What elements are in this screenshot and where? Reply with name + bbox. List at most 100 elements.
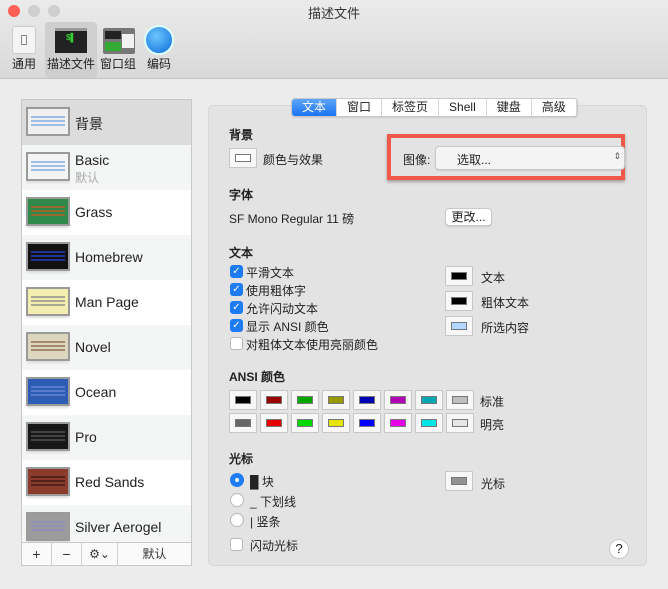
profile-name: Silver Aerogel — [75, 519, 162, 535]
profile-name: Pro — [75, 429, 97, 445]
switch-icon — [12, 26, 36, 54]
text-option-checkbox[interactable]: ✓ — [230, 319, 243, 332]
text-color-well[interactable] — [445, 266, 473, 286]
text-option-label: 对粗体文本使用亮丽颜色 — [246, 338, 379, 352]
toolbar-profiles[interactable]: $▌ 描述文件 — [45, 22, 97, 78]
text-option-checkbox[interactable]: ✓ — [230, 301, 243, 314]
cursor-color-well[interactable] — [445, 471, 473, 491]
ansi-normal-color-well[interactable] — [229, 390, 257, 410]
font-value: SF Mono Regular 11 磅 — [229, 212, 355, 226]
cursor-style-radio[interactable] — [230, 493, 244, 507]
ansi-normal-color-well[interactable] — [353, 390, 381, 410]
ansi-bright-label: 明亮 — [480, 418, 505, 432]
profile-name: Novel — [75, 339, 111, 355]
profile-name: Grass — [75, 204, 113, 220]
blink-cursor-checkbox[interactable] — [230, 538, 243, 551]
toolbar-general[interactable]: 通用 — [6, 22, 42, 78]
text-option-checkbox[interactable] — [230, 337, 243, 350]
profile-name: 背景 — [75, 116, 103, 132]
profile-list-toolbar: + − ⚙︎⌄ 默认 — [22, 542, 191, 565]
ansi-bright-color-well[interactable] — [415, 413, 443, 433]
cursor-style-radio[interactable] — [230, 513, 244, 527]
profile-default-tag: 默认 — [75, 171, 100, 185]
profile-item[interactable]: Grass — [22, 190, 191, 235]
text-option-checkbox[interactable]: ✓ — [230, 265, 243, 278]
ansi-bright-color-well[interactable] — [291, 413, 319, 433]
gear-menu-button[interactable]: ⚙︎⌄ — [82, 543, 118, 565]
window-title: 描述文件 — [307, 6, 360, 21]
profile-thumbnail — [26, 152, 70, 181]
change-font-button[interactable]: 更改... — [445, 208, 492, 226]
profile-thumbnail — [26, 332, 70, 361]
profile-thumbnail — [26, 287, 70, 316]
ansi-bright-color-well[interactable] — [322, 413, 350, 433]
ansi-bright-color-well[interactable] — [446, 413, 474, 433]
profile-item[interactable]: Ocean — [22, 370, 191, 415]
tab-4[interactable]: 键盘 — [487, 99, 532, 116]
tab-2[interactable]: 标签页 — [382, 99, 440, 116]
text-color-well[interactable] — [445, 316, 473, 336]
text-option-label: 显示 ANSI 颜色 — [246, 320, 329, 334]
settings-tabs: 文本 窗口 标签页 Shell 键盘 高级 — [291, 98, 578, 117]
set-default-button[interactable]: 默认 — [118, 543, 191, 565]
tab-1[interactable]: 窗口 — [337, 99, 383, 116]
image-label: 图像: — [403, 153, 431, 167]
ansi-normal-color-well[interactable] — [446, 390, 474, 410]
text-option-label: 允许闪动文本 — [246, 302, 319, 316]
profile-list[interactable]: 背景 Basic 默认 Grass Homebrew Man Page Nove… — [21, 99, 192, 566]
profile-thumbnail — [26, 107, 70, 136]
profile-thumbnail — [26, 242, 70, 271]
toolbar-encoding[interactable]: 编码 — [141, 22, 177, 78]
terminal-icon: $▌ — [55, 28, 87, 53]
remove-profile-button[interactable]: − — [52, 543, 82, 565]
text-option-checkbox[interactable]: ✓ — [230, 283, 243, 296]
globe-icon — [144, 25, 174, 55]
profile-thumbnail — [26, 467, 70, 496]
ansi-normal-color-well[interactable] — [260, 390, 288, 410]
toolbar-label: 窗口组 — [99, 57, 136, 71]
text-color-label: 粗体文本 — [481, 296, 530, 310]
profile-item[interactable]: Pro — [22, 415, 191, 460]
text-color-well[interactable] — [445, 291, 473, 311]
ansi-normal-color-well[interactable] — [291, 390, 319, 410]
ansi-normal-label: 标准 — [480, 395, 505, 409]
blink-cursor-label: 闪动光标 — [250, 539, 299, 553]
tab-5[interactable]: 高级 — [532, 99, 577, 116]
ansi-bright-color-well[interactable] — [353, 413, 381, 433]
profile-name: Ocean — [75, 384, 117, 400]
cursor-color-label: 光标 — [481, 477, 506, 491]
ansi-normal-color-well[interactable] — [415, 390, 443, 410]
profile-thumbnail — [26, 197, 70, 226]
profile-item[interactable]: Man Page — [22, 280, 191, 325]
ansi-normal-color-well[interactable] — [322, 390, 350, 410]
toolbar-window-groups[interactable]: 窗口组 — [99, 22, 137, 78]
profile-item[interactable]: 背景 — [22, 100, 191, 145]
profile-item[interactable]: Novel — [22, 325, 191, 370]
toolbar: 描述文件 通用 $▌ 描述文件 窗口组 编码 — [0, 0, 668, 79]
ansi-bright-color-well[interactable] — [384, 413, 412, 433]
toolbar-label: 通用 — [11, 57, 36, 71]
profile-item[interactable]: Homebrew — [22, 235, 191, 280]
cursor-style-label: | 竖条 — [250, 515, 281, 529]
background-heading: 背景 — [229, 128, 254, 142]
profile-name: Homebrew — [75, 249, 143, 265]
profile-name: Red Sands — [75, 474, 145, 490]
cursor-style-label: █ 块 — [250, 475, 274, 489]
color-effects-button[interactable] — [229, 148, 257, 168]
text-heading: 文本 — [229, 246, 254, 260]
tab-3[interactable]: Shell — [439, 99, 487, 116]
image-select[interactable]: 选取... ⇕ — [435, 146, 625, 170]
cursor-style-radio[interactable] — [230, 473, 244, 487]
ansi-normal-color-well[interactable] — [384, 390, 412, 410]
chevron-updown-icon: ⇕ — [613, 151, 621, 161]
image-select-value: 选取... — [457, 153, 492, 167]
add-profile-button[interactable]: + — [22, 543, 52, 565]
profile-item[interactable]: Red Sands — [22, 460, 191, 505]
ansi-bright-color-well[interactable] — [229, 413, 257, 433]
help-button[interactable]: ? — [609, 539, 629, 559]
profile-item[interactable]: Basic 默认 — [22, 145, 191, 190]
tab-0[interactable]: 文本 — [292, 99, 338, 116]
cursor-style-label: _ 下划线 — [250, 495, 297, 509]
text-option-label: 使用粗体字 — [246, 284, 307, 298]
ansi-bright-color-well[interactable] — [260, 413, 288, 433]
